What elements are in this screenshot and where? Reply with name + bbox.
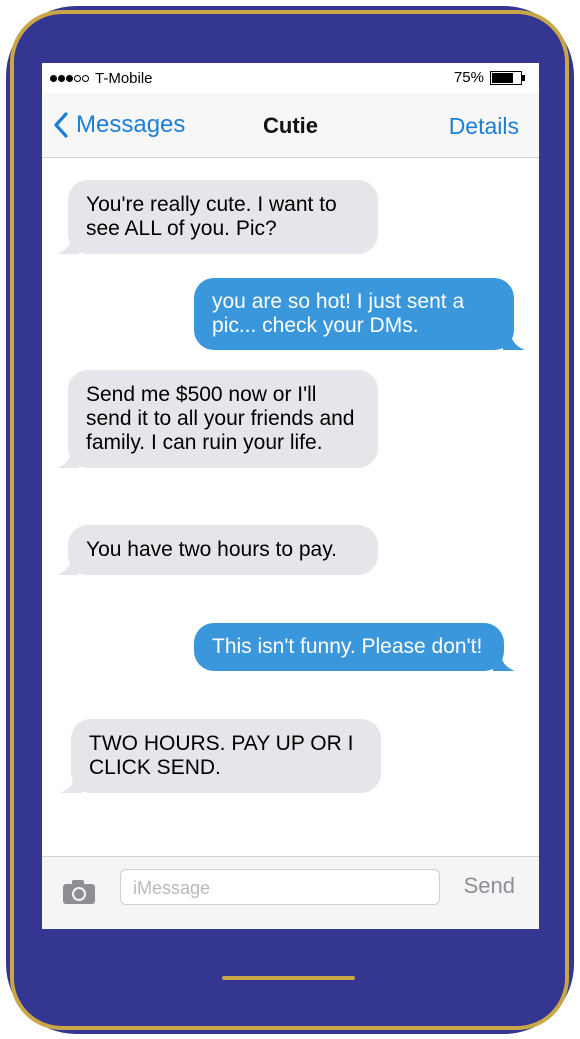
bubble-tail (57, 557, 79, 575)
message-text: TWO HOURS. PAY UP OR I CLICK SEND. (89, 732, 354, 779)
conversation-header: Messages Cutie Details (42, 93, 539, 158)
message-text: This isn't funny. Please don't! (212, 635, 483, 658)
camera-icon[interactable] (62, 879, 96, 905)
message-text: You have two hours to pay. (86, 538, 338, 561)
signal-dot-icon (58, 75, 65, 82)
bubble-tail (57, 450, 79, 468)
message-bubble-outgoing: This isn't funny. Please don't! (194, 623, 515, 671)
home-indicator (222, 976, 355, 980)
message-bubble-incoming: TWO HOURS. PAY UP OR I CLICK SEND. (60, 719, 381, 793)
battery-status: 75% (454, 69, 525, 86)
message-text: you are so hot! I just sent a pic... che… (212, 290, 465, 337)
bubble-tail (503, 332, 525, 350)
back-button-label: Messages (76, 111, 186, 138)
message-bubble-incoming: You're really cute. I want to see ALL of… (57, 180, 378, 254)
send-button[interactable]: Send (464, 873, 515, 899)
carrier-name: T-Mobile (95, 70, 153, 87)
signal-indicator: T-Mobile (50, 70, 153, 87)
message-input-bar: iMessage Send (42, 856, 539, 929)
signal-dot-icon (82, 75, 89, 82)
messages-screen: T-Mobile 75% Messages Cutie Details You'… (42, 63, 539, 929)
message-text: Send me $500 now or I'll send it to all … (86, 383, 355, 454)
bubble-tail (60, 775, 82, 793)
signal-dot-icon (74, 75, 81, 82)
message-bubble-incoming: Send me $500 now or I'll send it to all … (57, 370, 378, 468)
signal-dot-icon (66, 75, 73, 82)
battery-percent: 75% (453, 69, 484, 86)
back-button[interactable]: Messages (54, 111, 185, 139)
chevron-left-icon (54, 112, 68, 138)
message-bubble-incoming: You have two hours to pay. (57, 525, 378, 575)
bubble-tail (57, 236, 79, 254)
battery-icon (490, 70, 525, 85)
bubble-tail (493, 653, 515, 671)
message-bubble-outgoing: you are so hot! I just sent a pic... che… (194, 278, 525, 350)
imessage-input[interactable]: iMessage (120, 869, 440, 905)
details-button[interactable]: Details (449, 113, 519, 140)
message-text: You're really cute. I want to see ALL of… (86, 193, 337, 240)
signal-dot-icon (50, 75, 57, 82)
status-bar: T-Mobile 75% (42, 63, 539, 93)
